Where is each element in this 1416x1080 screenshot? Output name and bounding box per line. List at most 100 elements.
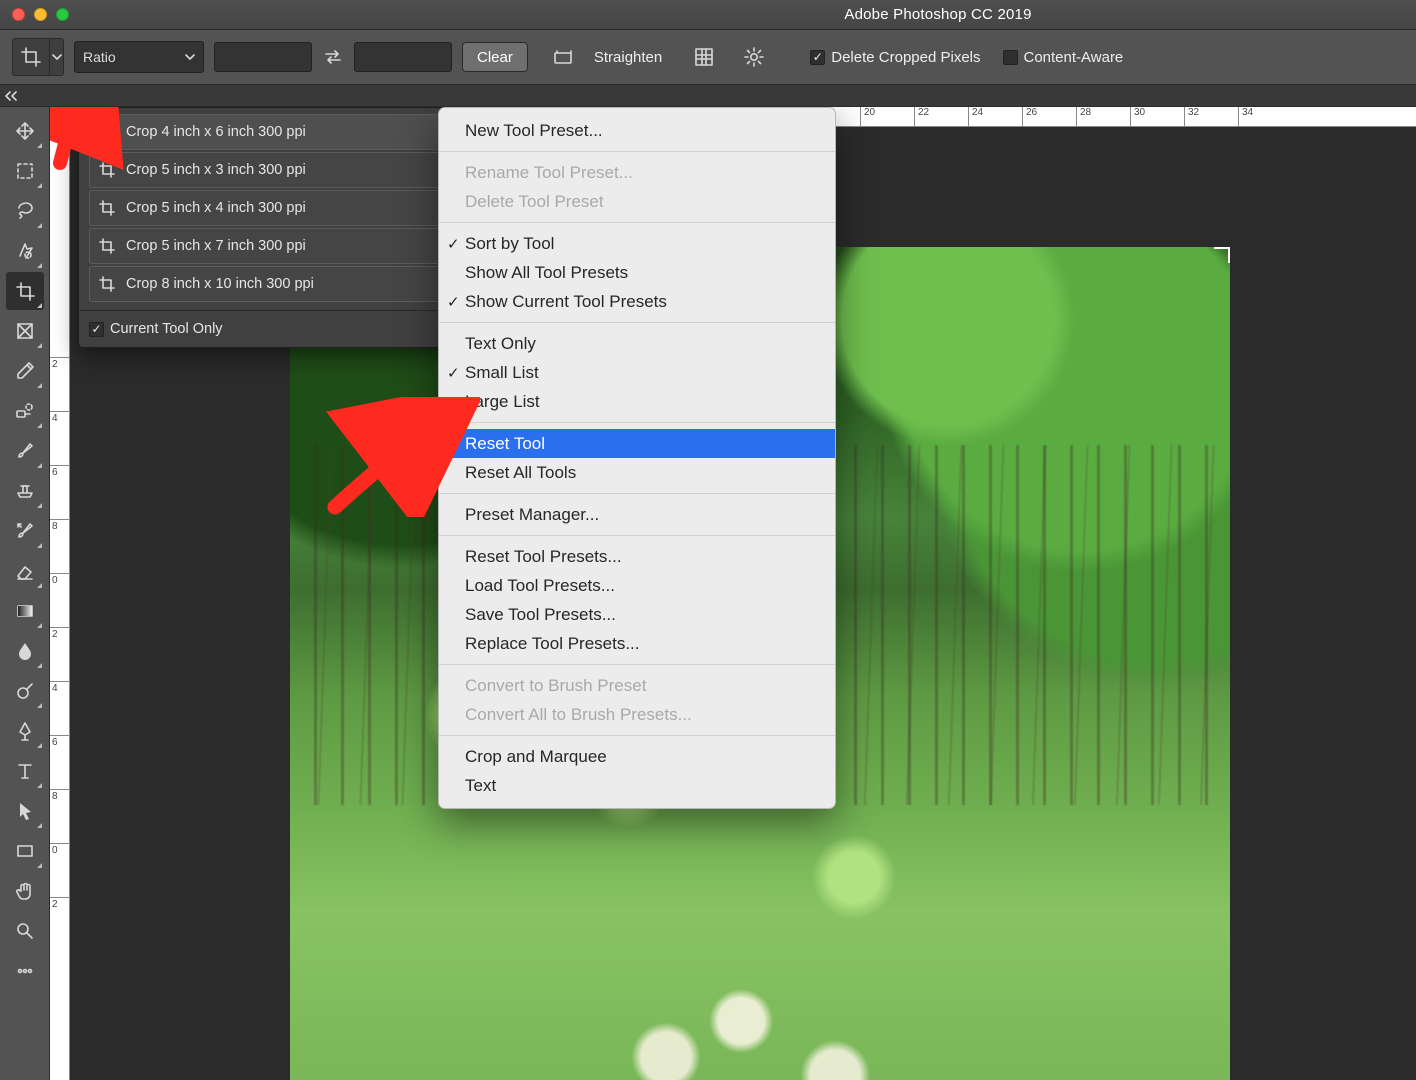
ruler-tick: 8 xyxy=(50,519,69,532)
crop-aspect-mode-select[interactable]: Ratio xyxy=(74,41,204,73)
dodge-tool[interactable] xyxy=(6,672,44,710)
ruler-tick: 4 xyxy=(50,411,69,424)
menu-item[interactable]: Text Only xyxy=(439,329,835,358)
collapse-chevrons-icon[interactable] xyxy=(2,87,20,105)
window-titlebar: Adobe Photoshop CC 2019 xyxy=(0,0,1416,30)
ruler-tick: 26 xyxy=(1022,107,1037,126)
hand-tool[interactable] xyxy=(6,872,44,910)
menu-item[interactable]: Show Current Tool Presets xyxy=(439,287,835,316)
menu-item[interactable]: Reset All Tools xyxy=(439,458,835,487)
ruler-tick: 2 xyxy=(50,897,69,910)
ruler-origin[interactable] xyxy=(50,107,70,127)
crop-tool[interactable] xyxy=(6,272,44,310)
straighten-icon[interactable] xyxy=(550,43,578,71)
crop-icon xyxy=(96,159,118,181)
move-tool[interactable] xyxy=(6,112,44,150)
ruler-tick: 20 xyxy=(860,107,875,126)
path-selection-tool[interactable] xyxy=(6,792,44,830)
content-aware-checkbox[interactable]: Content-Aware xyxy=(1003,49,1124,66)
blur-tool[interactable] xyxy=(6,632,44,670)
app-title: Adobe Photoshop CC 2019 xyxy=(844,6,1031,23)
menu-item: Convert to Brush Preset xyxy=(439,671,835,700)
current-tool-only-label[interactable]: Current Tool Only xyxy=(110,321,223,337)
eyedropper-tool[interactable] xyxy=(6,352,44,390)
menu-item[interactable]: Reset Tool xyxy=(439,429,835,458)
zoom-tool[interactable] xyxy=(6,912,44,950)
clone-stamp-tool[interactable] xyxy=(6,472,44,510)
crop-height-input[interactable] xyxy=(354,42,452,72)
ruler-tick: 8 xyxy=(50,789,69,802)
ruler-tick: 6 xyxy=(50,735,69,748)
menu-item: Delete Tool Preset xyxy=(439,187,835,216)
menu-item[interactable]: Text xyxy=(439,771,835,800)
close-window-button[interactable] xyxy=(12,8,25,21)
crop-settings-gear-icon[interactable] xyxy=(740,43,768,71)
tool-preset-context-menu: New Tool Preset... Rename Tool Preset...D… xyxy=(438,107,836,809)
history-brush-tool[interactable] xyxy=(6,512,44,550)
ruler-tick: 22 xyxy=(914,107,929,126)
ruler-tick: 28 xyxy=(1076,107,1091,126)
delete-cropped-checkbox[interactable]: Delete Cropped Pixels xyxy=(810,49,980,66)
ruler-tick: 6 xyxy=(50,465,69,478)
rectangular-marquee-tool[interactable] xyxy=(6,152,44,190)
ruler-tick: 4 xyxy=(50,681,69,694)
crop-preset-item[interactable]: Crop 5 inch x 7 inch 300 ppi xyxy=(89,228,459,264)
pen-tool[interactable] xyxy=(6,712,44,750)
ruler-tick: 2 xyxy=(50,627,69,640)
brush-tool[interactable] xyxy=(6,432,44,470)
crop-icon xyxy=(96,121,118,143)
crop-icon xyxy=(96,197,118,219)
document-area[interactable]: 2022242628303234 24680246802 Crop 4 inch… xyxy=(50,107,1416,1080)
ruler-tick: 32 xyxy=(1184,107,1199,126)
crop-preset-item[interactable]: Crop 5 inch x 3 inch 300 ppi xyxy=(89,152,459,188)
menu-item[interactable]: Show All Tool Presets xyxy=(439,258,835,287)
crop-aspect-mode-value: Ratio xyxy=(83,49,116,65)
crop-handle-top-right[interactable] xyxy=(1214,247,1230,263)
straighten-label[interactable]: Straighten xyxy=(594,49,662,66)
checkbox-icon xyxy=(810,50,825,65)
spot-healing-brush-tool[interactable] xyxy=(6,392,44,430)
crop-preset-item[interactable]: Crop 4 inch x 6 inch 300 ppi xyxy=(89,114,459,150)
tool-preset-picker[interactable] xyxy=(12,38,64,76)
menu-item[interactable]: Load Tool Presets... xyxy=(439,571,835,600)
ruler-tick: 30 xyxy=(1130,107,1145,126)
maximize-window-button[interactable] xyxy=(56,8,69,21)
checkbox-icon xyxy=(1003,50,1018,65)
menu-item[interactable]: Small List xyxy=(439,358,835,387)
crop-preset-item[interactable]: Crop 5 inch x 4 inch 300 ppi xyxy=(89,190,459,226)
quick-selection-tool[interactable] xyxy=(6,232,44,270)
frame-tool[interactable] xyxy=(6,312,44,350)
ruler-tick: 34 xyxy=(1238,107,1253,126)
clear-button[interactable]: Clear xyxy=(462,42,528,72)
workspace: 2022242628303234 24680246802 Crop 4 inch… xyxy=(0,107,1416,1080)
menu-item[interactable]: Sort by Tool xyxy=(439,229,835,258)
ruler-vertical[interactable]: 24680246802 xyxy=(50,127,70,1080)
gradient-tool[interactable] xyxy=(6,592,44,630)
rectangle-tool[interactable] xyxy=(6,832,44,870)
eraser-tool[interactable] xyxy=(6,552,44,590)
menu-item[interactable]: Replace Tool Presets... xyxy=(439,629,835,658)
checkbox-icon xyxy=(89,322,104,337)
menu-item[interactable]: Preset Manager... xyxy=(439,500,835,529)
swap-dimensions-button[interactable] xyxy=(322,46,344,68)
menu-item[interactable]: Save Tool Presets... xyxy=(439,600,835,629)
menu-item[interactable]: Crop and Marquee xyxy=(439,742,835,771)
chevron-down-icon xyxy=(49,39,63,75)
crop-preset-item[interactable]: Crop 8 inch x 10 inch 300 ppi xyxy=(89,266,459,302)
ruler-tick: 0 xyxy=(50,843,69,856)
tool-preset-panel: Crop 4 inch x 6 inch 300 ppiCrop 5 inch … xyxy=(78,107,470,348)
edit-toolbar[interactable] xyxy=(6,952,44,990)
overlay-options-icon[interactable] xyxy=(690,43,718,71)
window-controls xyxy=(0,8,69,21)
minimize-window-button[interactable] xyxy=(34,8,47,21)
menu-item: Rename Tool Preset... xyxy=(439,158,835,187)
panel-tab-strip xyxy=(0,85,1416,107)
lasso-tool[interactable] xyxy=(6,192,44,230)
type-tool[interactable] xyxy=(6,752,44,790)
menu-item[interactable]: Reset Tool Presets... xyxy=(439,542,835,571)
ruler-tick: 0 xyxy=(50,573,69,586)
crop-width-input[interactable] xyxy=(214,42,312,72)
menu-item[interactable]: New Tool Preset... xyxy=(439,116,835,145)
chevron-down-icon xyxy=(185,52,195,62)
menu-item[interactable]: Large List xyxy=(439,387,835,416)
